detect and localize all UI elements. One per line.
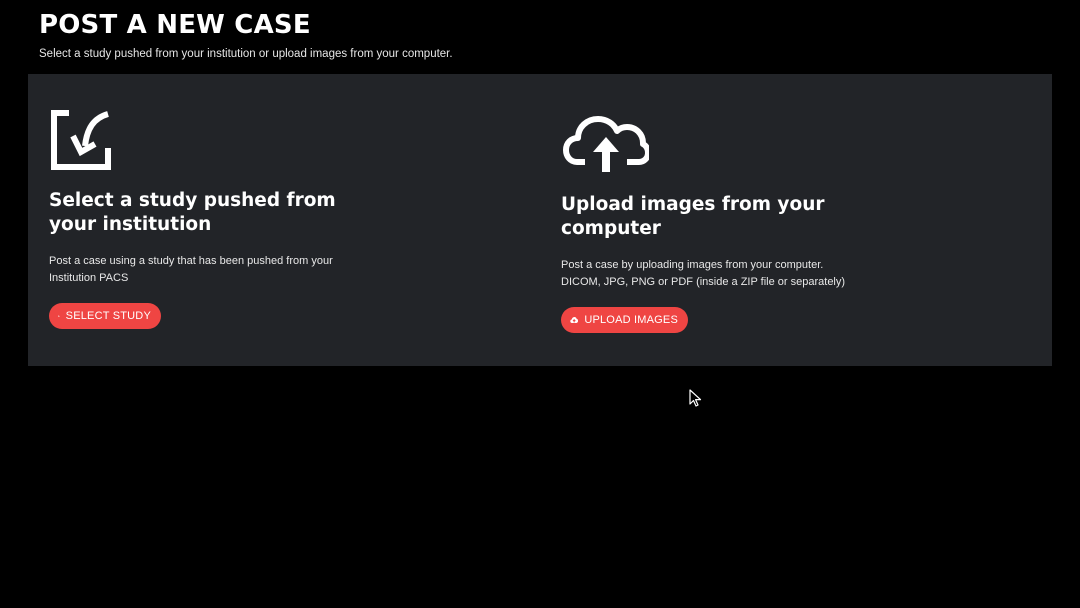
select-study-label: SELECT STUDY bbox=[65, 310, 151, 322]
select-study-button[interactable]: SELECT STUDY bbox=[49, 303, 161, 329]
page-subtitle: Select a study pushed from your institut… bbox=[39, 48, 453, 60]
description-line: DICOM, JPG, PNG or PDF (inside a ZIP fil… bbox=[561, 275, 846, 288]
select-study-title: Select a study pushed from your institut… bbox=[49, 190, 336, 235]
upload-images-button[interactable]: UPLOAD IMAGES bbox=[561, 307, 688, 333]
page-header: POST A NEW CASE Select a study pushed fr… bbox=[39, 8, 453, 60]
description-line: Institution PACS bbox=[49, 271, 129, 284]
upload-images-description: Post a case by uploading images from you… bbox=[561, 257, 881, 290]
case-source-panel: Select a study pushed from your institut… bbox=[28, 74, 1052, 366]
upload-images-label: UPLOAD IMAGES bbox=[584, 314, 678, 326]
select-study-description: Post a case using a study that has been … bbox=[49, 253, 369, 286]
import-arrow-icon bbox=[51, 110, 111, 170]
upload-images-title: Upload images from your computer bbox=[561, 194, 825, 239]
cloud-upload-icon bbox=[570, 317, 579, 323]
folder-open-icon bbox=[58, 315, 60, 317]
description-line: Post a case using a study that has been … bbox=[49, 255, 333, 267]
mouse-cursor-icon bbox=[689, 389, 702, 407]
page-title: POST A NEW CASE bbox=[39, 10, 311, 40]
cloud-upload-icon bbox=[563, 116, 649, 172]
description-line: Post a case by uploading images from you… bbox=[561, 259, 824, 271]
